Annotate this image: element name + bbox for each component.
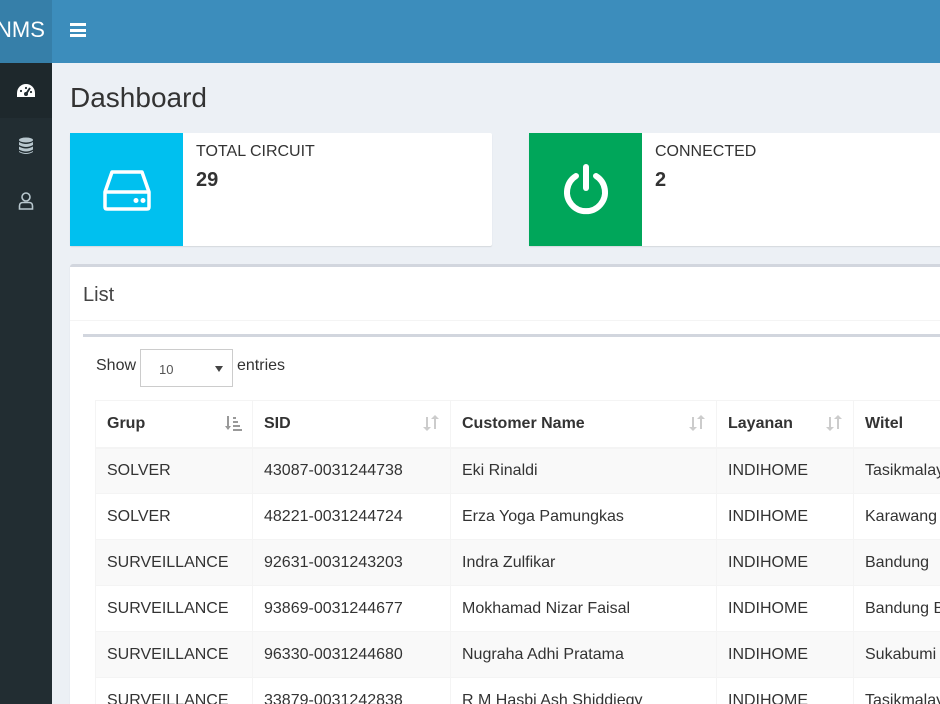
info-box-label: CONNECTED — [655, 143, 757, 160]
sidebar-item-database[interactable] — [0, 118, 52, 173]
circuit-table: Grup SID Customer Name Layanan Witel SOL… — [95, 400, 940, 704]
entries-length-select[interactable]: 10 — [140, 349, 233, 387]
sort-icon — [689, 415, 705, 431]
database-icon — [19, 137, 33, 154]
cell-witel: Bandung — [853, 539, 940, 586]
info-box-connected: CONNECTED 2 — [529, 133, 940, 246]
divider — [70, 320, 940, 321]
table-row[interactable]: SURVEILLANCE 92631-0031243203 Indra Zulf… — [95, 539, 940, 586]
cell-layanan: INDIHOME — [716, 677, 854, 704]
sidebar-item-dashboard[interactable] — [0, 63, 52, 118]
cell-layanan: INDIHOME — [716, 631, 854, 678]
sidebar — [0, 63, 52, 704]
info-box-number: 2 — [655, 169, 667, 191]
power-icon — [563, 163, 608, 214]
brand-text: NMS — [0, 17, 45, 42]
cell-customer-name: Nugraha Adhi Pratama — [450, 631, 717, 678]
entries-label: entries — [237, 357, 286, 374]
cell-grup: SOLVER — [95, 493, 253, 540]
chevron-down-icon — [215, 366, 223, 372]
sidebar-toggle-icon[interactable] — [70, 23, 86, 37]
cell-grup: SURVEILLANCE — [95, 631, 253, 678]
table-row[interactable]: SURVEILLANCE 33879-0031242838 R M Hasbi … — [95, 677, 940, 704]
cell-customer-name: Eki Rinaldi — [450, 447, 717, 494]
column-header-grup[interactable]: Grup — [95, 400, 253, 449]
list-box-title: List — [83, 284, 115, 306]
column-header-layanan[interactable]: Layanan — [716, 400, 854, 449]
cell-witel: Karawang — [853, 493, 940, 540]
dashboard-icon — [17, 83, 35, 97]
column-header-witel[interactable]: Witel — [853, 400, 940, 449]
cell-sid: 33879-0031242838 — [252, 677, 451, 704]
entries-length-value: 10 — [159, 362, 174, 377]
column-header-label: Grup — [107, 414, 146, 432]
column-header-label: SID — [264, 414, 291, 432]
cell-grup: SURVEILLANCE — [95, 585, 253, 632]
column-header-label: Layanan — [728, 414, 793, 432]
table-row[interactable]: SURVEILLANCE 93869-0031244677 Mokhamad N… — [95, 585, 940, 632]
column-header-label: Witel — [865, 414, 904, 432]
sort-ascending-icon — [225, 416, 242, 431]
cell-grup: SURVEILLANCE — [95, 539, 253, 586]
show-label: Show — [96, 357, 137, 374]
column-header-customer-name[interactable]: Customer Name — [450, 400, 717, 449]
column-header-sid[interactable]: SID — [252, 400, 451, 449]
page-title: Dashboard — [70, 82, 207, 113]
cell-customer-name: Erza Yoga Pamungkas — [450, 493, 717, 540]
sort-icon — [826, 415, 842, 431]
cell-sid: 92631-0031243203 — [252, 539, 451, 586]
cell-sid: 96330-0031244680 — [252, 631, 451, 678]
cell-witel: Tasikmalaya — [853, 447, 940, 494]
cell-sid: 43087-0031244738 — [252, 447, 451, 494]
info-box-total-circuit: TOTAL CIRCUIT 29 — [70, 133, 492, 246]
cell-witel: Sukabumi — [853, 631, 940, 678]
info-box-label: TOTAL CIRCUIT — [196, 143, 315, 160]
cell-customer-name: R M Hasbi Ash Shiddieqy — [450, 677, 717, 704]
cell-layanan: INDIHOME — [716, 493, 854, 540]
sidebar-item-user[interactable] — [0, 173, 52, 228]
cell-sid: 48221-0031244724 — [252, 493, 451, 540]
sort-icon — [423, 415, 439, 431]
cell-layanan: INDIHOME — [716, 585, 854, 632]
info-box-number: 29 — [196, 169, 219, 191]
column-header-label: Customer Name — [462, 414, 585, 432]
table-row[interactable]: SURVEILLANCE 96330-0031244680 Nugraha Ad… — [95, 631, 940, 678]
hard-drive-icon — [102, 169, 151, 211]
cell-customer-name: Indra Zulfikar — [450, 539, 717, 586]
brand-logo[interactable]: NMS — [0, 0, 52, 63]
cell-sid: 93869-0031244677 — [252, 585, 451, 632]
cell-layanan: INDIHOME — [716, 447, 854, 494]
user-icon — [18, 191, 34, 210]
info-box-icon-area — [529, 133, 642, 246]
top-navbar: NMS — [0, 0, 940, 63]
table-row[interactable]: SOLVER 43087-0031244738 Eki Rinaldi INDI… — [95, 447, 940, 494]
info-box-icon-area — [70, 133, 183, 246]
cell-layanan: INDIHOME — [716, 539, 854, 586]
cell-grup: SOLVER — [95, 447, 253, 494]
cell-customer-name: Mokhamad Nizar Faisal — [450, 585, 717, 632]
cell-witel: Tasikmalaya — [853, 677, 940, 704]
table-row[interactable]: SOLVER 48221-0031244724 Erza Yoga Pamung… — [95, 493, 940, 540]
table-header-row: Grup SID Customer Name Layanan Witel — [95, 400, 940, 449]
cell-grup: SURVEILLANCE — [95, 677, 253, 704]
cell-witel: Bandung B — [853, 585, 940, 632]
